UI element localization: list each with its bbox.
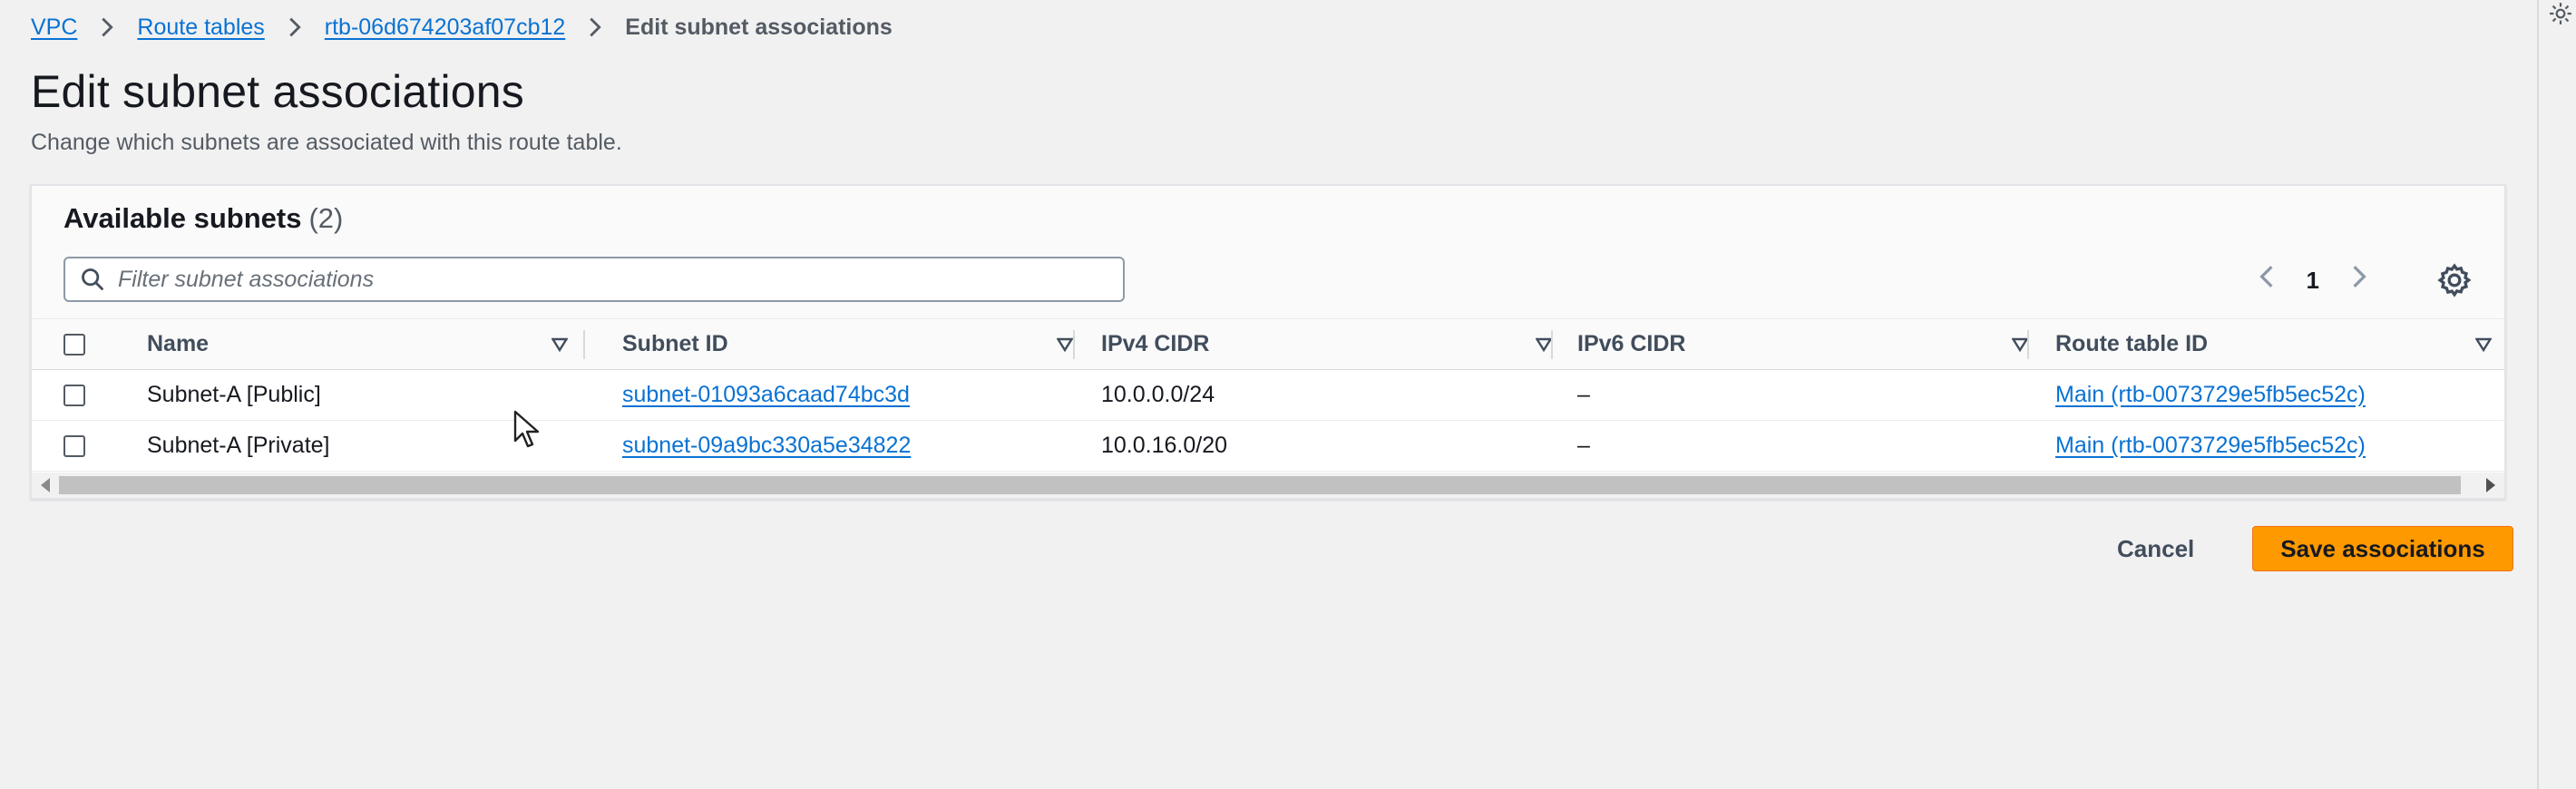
page-description: Change which subnets are associated with…: [31, 130, 622, 155]
column-divider[interactable]: [2027, 330, 2029, 359]
subnet-name: Subnet-A [Private]: [147, 433, 330, 458]
page-number[interactable]: 1: [2307, 267, 2319, 295]
table-row[interactable]: Subnet-A [Public] subnet-01093a6caad74bc…: [32, 370, 2504, 421]
filter-input[interactable]: [118, 266, 1123, 293]
route-table-cell: Main (rtb-0073729e5fb5ec52c): [2055, 421, 2366, 471]
table-header-row: Name Subnet ID IPv4 CIDR IPv6 CIDR Route…: [32, 319, 2504, 370]
panel-title: Available subnets (2): [63, 202, 343, 235]
route-table-link[interactable]: Main (rtb-0073729e5fb5ec52c): [2055, 433, 2366, 459]
filter-field[interactable]: [63, 257, 1125, 302]
subnets-table: Name Subnet ID IPv4 CIDR IPv6 CIDR Route…: [32, 319, 2504, 472]
page: VPC Route tables rtb-06d674203af07cb12 E…: [0, 0, 2576, 789]
route-table-link[interactable]: Main (rtb-0073729e5fb5ec52c): [2055, 382, 2366, 408]
ipv6-cidr: –: [1577, 433, 1590, 458]
breadcrumb-current: Edit subnet associations: [625, 14, 893, 40]
column-header-ipv6-cidr[interactable]: IPv6 CIDR: [1577, 319, 1685, 369]
column-header-name[interactable]: Name: [147, 319, 209, 369]
horizontal-scrollbar[interactable]: [32, 472, 2504, 498]
subnet-id-cell: subnet-01093a6caad74bc3d: [622, 370, 910, 420]
row-checkbox[interactable]: [63, 384, 85, 406]
panel-header: Available subnets(2) 1: [32, 186, 2504, 319]
table-row[interactable]: Subnet-A [Private] subnet-09a9bc330a5e34…: [32, 421, 2504, 472]
row-checkbox-cell: [63, 370, 85, 420]
chevron-right-icon[interactable]: [2350, 265, 2368, 296]
sort-caret-icon[interactable]: [1057, 336, 1073, 353]
panel-title-text: Available subnets: [63, 202, 302, 234]
cancel-button[interactable]: Cancel: [2097, 526, 2214, 571]
breadcrumb-vpc[interactable]: VPC: [31, 15, 77, 41]
sort-caret-icon[interactable]: [2012, 336, 2028, 353]
ipv6-cidr: –: [1577, 382, 1590, 407]
side-panel-divider: [2537, 0, 2539, 789]
scrollbar-thumb[interactable]: [59, 476, 2461, 494]
side-panel-gear-icon[interactable]: [2549, 2, 2572, 25]
route-table-cell: Main (rtb-0073729e5fb5ec52c): [2055, 370, 2366, 420]
subnet-id-link[interactable]: subnet-09a9bc330a5e34822: [622, 433, 911, 459]
column-divider[interactable]: [1551, 330, 1553, 359]
row-checkbox[interactable]: [63, 434, 85, 457]
column-divider[interactable]: [583, 330, 585, 359]
column-header-ipv4-cidr[interactable]: IPv4 CIDR: [1101, 319, 1209, 369]
available-subnets-panel: Available subnets(2) 1: [30, 184, 2506, 500]
chevron-right-icon: [287, 17, 303, 37]
settings-gear-icon[interactable]: [2436, 262, 2473, 298]
header-checkbox-cell: [63, 319, 85, 369]
scroll-right-arrow-icon[interactable]: [2481, 476, 2499, 494]
page-title: Edit subnet associations: [31, 66, 525, 117]
subnet-id-cell: subnet-09a9bc330a5e34822: [622, 421, 911, 471]
sort-caret-icon[interactable]: [551, 336, 568, 353]
chevron-right-icon: [99, 17, 115, 37]
subnet-name: Subnet-A [Public]: [147, 382, 321, 407]
chevron-left-icon[interactable]: [2258, 265, 2276, 296]
ipv4-cidr: 10.0.0.0/24: [1101, 382, 1215, 407]
scroll-left-arrow-icon[interactable]: [37, 476, 55, 494]
breadcrumb-route-table-id[interactable]: rtb-06d674203af07cb12: [325, 15, 566, 41]
row-checkbox-cell: [63, 421, 85, 471]
breadcrumb: VPC Route tables rtb-06d674203af07cb12 E…: [31, 13, 893, 42]
sort-caret-icon[interactable]: [1536, 336, 1552, 353]
search-icon: [82, 268, 103, 290]
column-header-route-table-id[interactable]: Route table ID: [2055, 319, 2208, 369]
subnet-id-link[interactable]: subnet-01093a6caad74bc3d: [622, 382, 910, 408]
panel-count: (2): [308, 202, 344, 234]
pagination: 1: [2258, 262, 2368, 298]
ipv4-cidr: 10.0.16.0/20: [1101, 433, 1228, 458]
chevron-right-icon: [587, 17, 603, 37]
cursor-pointer-icon: [513, 410, 539, 448]
breadcrumb-route-tables[interactable]: Route tables: [137, 15, 264, 41]
column-header-subnet-id[interactable]: Subnet ID: [622, 319, 728, 369]
select-all-checkbox[interactable]: [63, 333, 85, 356]
column-divider[interactable]: [1073, 330, 1075, 359]
sort-caret-icon[interactable]: [2475, 336, 2492, 353]
save-associations-button[interactable]: Save associations: [2252, 526, 2513, 571]
